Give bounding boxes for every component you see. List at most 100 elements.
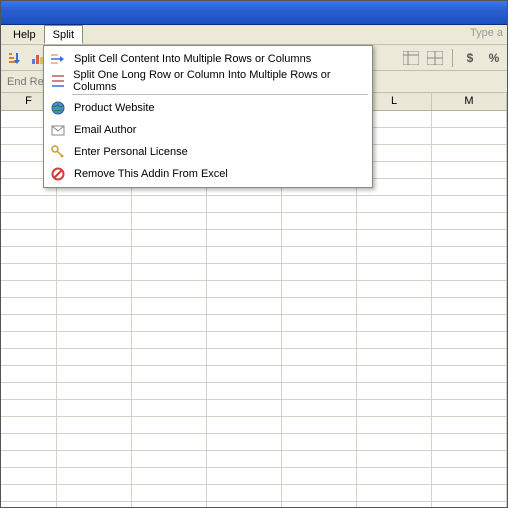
cell[interactable] [207, 230, 282, 246]
cell[interactable] [432, 247, 507, 263]
cell[interactable] [132, 196, 207, 212]
cell[interactable] [1, 383, 57, 399]
cell[interactable] [207, 196, 282, 212]
cell[interactable] [1, 485, 57, 501]
toolbar-sort-icon[interactable] [5, 49, 23, 67]
cell[interactable] [357, 281, 432, 297]
cell[interactable] [282, 247, 357, 263]
cell[interactable] [132, 264, 207, 280]
cell[interactable] [57, 468, 132, 484]
cell[interactable] [1, 196, 57, 212]
toolbar-grid-icon[interactable] [426, 49, 444, 67]
cell[interactable] [57, 196, 132, 212]
cell[interactable] [207, 485, 282, 501]
cell[interactable] [432, 281, 507, 297]
cell[interactable] [357, 349, 432, 365]
menu-item-website[interactable]: Product Website [44, 97, 372, 119]
cell[interactable] [357, 417, 432, 433]
cell[interactable] [1, 502, 57, 507]
cell[interactable] [357, 332, 432, 348]
cell[interactable] [207, 383, 282, 399]
cell[interactable] [432, 485, 507, 501]
cell[interactable] [1, 468, 57, 484]
cell[interactable] [1, 417, 57, 433]
cell[interactable] [357, 383, 432, 399]
cell[interactable] [432, 332, 507, 348]
menu-item-remove[interactable]: Remove This Addin From Excel [44, 163, 372, 185]
cell[interactable] [282, 417, 357, 433]
cell[interactable] [57, 417, 132, 433]
cell[interactable] [207, 434, 282, 450]
cell[interactable] [57, 264, 132, 280]
cell[interactable] [57, 383, 132, 399]
cell[interactable] [207, 264, 282, 280]
cell[interactable] [432, 434, 507, 450]
cell[interactable] [132, 247, 207, 263]
menu-item-license[interactable]: Enter Personal License [44, 141, 372, 163]
cell[interactable] [1, 366, 57, 382]
cell[interactable] [357, 247, 432, 263]
cell[interactable] [432, 213, 507, 229]
cell[interactable] [282, 468, 357, 484]
cell[interactable] [357, 485, 432, 501]
cell[interactable] [282, 213, 357, 229]
cell[interactable] [432, 468, 507, 484]
cell[interactable] [282, 230, 357, 246]
cell[interactable] [57, 213, 132, 229]
cell[interactable] [132, 383, 207, 399]
cell[interactable] [207, 247, 282, 263]
menu-split[interactable]: Split [44, 25, 83, 44]
cell[interactable] [207, 349, 282, 365]
cell[interactable] [132, 434, 207, 450]
cell[interactable] [132, 485, 207, 501]
cell[interactable] [1, 332, 57, 348]
cell[interactable] [57, 366, 132, 382]
cell[interactable] [57, 247, 132, 263]
cell[interactable] [432, 196, 507, 212]
cell[interactable] [132, 281, 207, 297]
cell[interactable] [57, 485, 132, 501]
cell[interactable] [282, 196, 357, 212]
cell[interactable] [357, 196, 432, 212]
cell[interactable] [132, 502, 207, 507]
cell[interactable] [1, 247, 57, 263]
cell[interactable] [207, 332, 282, 348]
cell[interactable] [132, 451, 207, 467]
cell[interactable] [57, 502, 132, 507]
cell[interactable] [432, 417, 507, 433]
cell[interactable] [1, 315, 57, 331]
cell[interactable] [432, 366, 507, 382]
cell[interactable] [282, 264, 357, 280]
cell[interactable] [432, 315, 507, 331]
cell[interactable] [1, 264, 57, 280]
cell[interactable] [282, 434, 357, 450]
cell[interactable] [57, 281, 132, 297]
cell[interactable] [132, 298, 207, 314]
cell[interactable] [282, 281, 357, 297]
cell[interactable] [132, 468, 207, 484]
cell[interactable] [57, 298, 132, 314]
cell[interactable] [282, 349, 357, 365]
cell[interactable] [357, 264, 432, 280]
cell[interactable] [1, 281, 57, 297]
cell[interactable] [1, 230, 57, 246]
cell[interactable] [132, 417, 207, 433]
cell[interactable] [432, 451, 507, 467]
cell[interactable] [1, 298, 57, 314]
cell[interactable] [207, 417, 282, 433]
cell[interactable] [282, 366, 357, 382]
cell[interactable] [282, 298, 357, 314]
cell[interactable] [357, 468, 432, 484]
cell[interactable] [1, 434, 57, 450]
cell[interactable] [357, 451, 432, 467]
cell[interactable] [132, 230, 207, 246]
cell[interactable] [57, 315, 132, 331]
cell[interactable] [57, 451, 132, 467]
toolbar-percent-button[interactable]: % [485, 49, 503, 67]
cell[interactable] [432, 162, 507, 178]
cell[interactable] [357, 315, 432, 331]
cell[interactable] [1, 400, 57, 416]
toolbar-currency-button[interactable]: $ [461, 49, 479, 67]
column-header[interactable]: M [432, 93, 507, 110]
cell[interactable] [282, 383, 357, 399]
